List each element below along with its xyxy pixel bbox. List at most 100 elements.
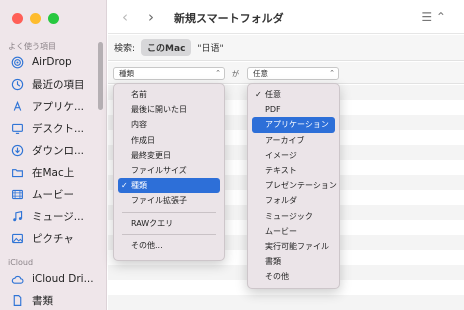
menu-item-label: ミュージック bbox=[265, 211, 313, 221]
cloud-icon bbox=[9, 271, 25, 287]
sidebar-item-label: デスクト... bbox=[32, 122, 85, 135]
clock-icon bbox=[9, 76, 25, 92]
menu-separator bbox=[122, 211, 216, 213]
sidebar-item-pictures[interactable]: ピクチャ bbox=[9, 228, 101, 248]
zoom-window-button[interactable] bbox=[48, 13, 59, 24]
menu-item-created[interactable]: 作成日 bbox=[118, 133, 220, 148]
checkmark-icon: ✓ bbox=[121, 181, 128, 191]
menu-item-label: その他... bbox=[131, 240, 163, 250]
menu-item-modified[interactable]: 最終変更日 bbox=[118, 148, 220, 163]
minimize-window-button[interactable] bbox=[30, 13, 41, 24]
chevron-updown-icon: ⌃ bbox=[215, 69, 221, 77]
menu-item-movie[interactable]: ムービー bbox=[252, 224, 335, 239]
sidebar-item-on-mac[interactable]: 在Mac上 bbox=[9, 162, 101, 182]
menu-item-name[interactable]: 名前 bbox=[118, 87, 220, 102]
desktop-icon bbox=[9, 120, 25, 136]
menu-item-file-size[interactable]: ファイルサイズ bbox=[118, 163, 220, 178]
menu-item-label: 最終変更日 bbox=[131, 150, 171, 160]
menu-item-label: 任意 bbox=[265, 90, 281, 100]
sidebar-item-airdrop[interactable]: AirDrop bbox=[9, 52, 101, 72]
folder-icon bbox=[9, 164, 25, 180]
sidebar-item-music[interactable]: ミュージ... bbox=[9, 206, 101, 226]
menu-item-label: 内容 bbox=[131, 120, 147, 130]
sidebar-item-icloud-drive[interactable]: iCloud Dri... bbox=[9, 269, 101, 289]
menu-item-presentation[interactable]: プレゼンテーション bbox=[252, 178, 337, 193]
menu-item-label: PDF bbox=[265, 105, 281, 115]
back-button[interactable]: ‹ bbox=[122, 8, 128, 26]
sidebar-item-movies[interactable]: ムービー bbox=[9, 184, 101, 204]
attribute-menu: 名前 最後に開いた日 内容 作成日 最終変更日 ファイルサイズ ✓ 種類 ファイル… bbox=[113, 83, 225, 261]
menu-item-kind[interactable]: ✓ 種類 bbox=[118, 178, 220, 194]
menu-separator bbox=[122, 233, 216, 235]
menu-item-contents[interactable]: 内容 bbox=[118, 117, 220, 132]
sidebar-item-downloads[interactable]: ダウンロ... bbox=[9, 140, 101, 160]
menu-item-music[interactable]: ミュージック bbox=[252, 209, 335, 224]
sidebar-item-label: iCloud Dri... bbox=[32, 273, 94, 285]
menu-item-label: ムービー bbox=[265, 226, 297, 236]
document-icon bbox=[9, 292, 25, 308]
sidebar-item-desktop[interactable]: デスクト... bbox=[9, 118, 101, 138]
menu-item-last-opened[interactable]: 最後に開いた日 bbox=[118, 102, 220, 117]
menu-item-label: アプリケーション bbox=[265, 120, 329, 130]
menu-item-label: フォルダ bbox=[265, 196, 297, 206]
menu-item-other[interactable]: その他... bbox=[118, 238, 220, 253]
sidebar-item-label: 在Mac上 bbox=[32, 166, 75, 179]
kind-popup-value: 任意 bbox=[253, 69, 268, 78]
sidebar: よく使う項目 AirDrop 最近の項目 アプリケ... デスクト... ダウン… bbox=[0, 0, 107, 310]
menu-item-label: ファイルサイズ bbox=[131, 166, 187, 176]
menu-item-raw-query[interactable]: RAWクエリ bbox=[118, 216, 220, 231]
sidebar-item-label: ムービー bbox=[32, 188, 74, 201]
menu-item-other-kind[interactable]: その他 bbox=[252, 269, 335, 284]
menu-item-label: アーカイブ bbox=[265, 135, 305, 145]
menu-item-document[interactable]: 書類 bbox=[252, 254, 335, 269]
sidebar-item-label: ダウンロ... bbox=[32, 144, 85, 157]
sidebar-item-label: ミュージ... bbox=[32, 210, 84, 223]
applications-icon bbox=[9, 98, 25, 114]
menu-item-label: 種類 bbox=[131, 181, 147, 191]
sidebar-item-documents[interactable]: 書類 bbox=[9, 290, 101, 310]
menu-item-archive[interactable]: アーカイブ bbox=[252, 133, 335, 148]
scope-this-mac[interactable]: このMac bbox=[141, 39, 192, 56]
criteria-row: 種類 ⌃ が 任意 ⌃ bbox=[108, 62, 464, 84]
menu-item-application[interactable]: アプリケーション bbox=[252, 117, 335, 133]
kind-popup[interactable]: 任意 ⌃ bbox=[247, 67, 339, 80]
menu-item-pdf[interactable]: PDF bbox=[252, 102, 335, 117]
toolbar: ‹ › 新規スマートフォルダ ☰ ⌃ bbox=[108, 0, 464, 34]
scope-other-location[interactable]: "日语" bbox=[197, 41, 223, 54]
checkmark-icon: ✓ bbox=[255, 90, 262, 99]
download-icon bbox=[9, 142, 25, 158]
sidebar-scrollbar[interactable] bbox=[98, 42, 103, 110]
menu-item-label: 書類 bbox=[265, 257, 281, 267]
menu-item-text[interactable]: テキスト bbox=[252, 163, 335, 178]
menu-item-folder[interactable]: フォルダ bbox=[252, 193, 335, 208]
attribute-popup[interactable]: 種類 ⌃ bbox=[113, 67, 225, 80]
sidebar-item-applications[interactable]: アプリケ... bbox=[9, 96, 101, 116]
forward-button[interactable]: › bbox=[148, 8, 154, 26]
icloud-header: iCloud bbox=[8, 258, 34, 267]
menu-item-label: ファイル拡張子 bbox=[131, 196, 187, 206]
menu-item-image[interactable]: イメージ bbox=[252, 148, 335, 163]
search-scope-label: 検索: bbox=[114, 44, 136, 54]
music-icon bbox=[9, 208, 25, 224]
menu-item-label: プレゼンテーション bbox=[265, 181, 337, 191]
menu-item-extension[interactable]: ファイル拡張子 bbox=[118, 193, 220, 208]
window-title: 新規スマートフォルダ bbox=[174, 12, 284, 25]
chevron-updown-icon: ⌃ bbox=[329, 69, 335, 77]
favorites-header: よく使う項目 bbox=[8, 42, 56, 51]
list-view-icon[interactable]: ☰ ⌃ bbox=[421, 10, 446, 24]
sidebar-item-label: 最近の項目 bbox=[32, 78, 85, 91]
menu-item-any[interactable]: ✓ 任意 bbox=[252, 87, 335, 102]
menu-item-label: イメージ bbox=[265, 150, 297, 160]
close-window-button[interactable] bbox=[12, 13, 23, 24]
pictures-icon bbox=[9, 230, 25, 246]
table-row bbox=[108, 295, 464, 310]
sidebar-item-label: 書類 bbox=[32, 294, 53, 307]
menu-item-label: 作成日 bbox=[131, 135, 155, 145]
menu-item-label: 名前 bbox=[131, 90, 147, 100]
menu-item-label: テキスト bbox=[265, 166, 297, 176]
criteria-connector: が bbox=[232, 70, 239, 78]
window-controls bbox=[12, 13, 59, 24]
menu-item-executable[interactable]: 実行可能ファイル bbox=[252, 239, 335, 254]
sidebar-item-recents[interactable]: 最近の項目 bbox=[9, 74, 101, 94]
airdrop-icon bbox=[9, 54, 25, 70]
